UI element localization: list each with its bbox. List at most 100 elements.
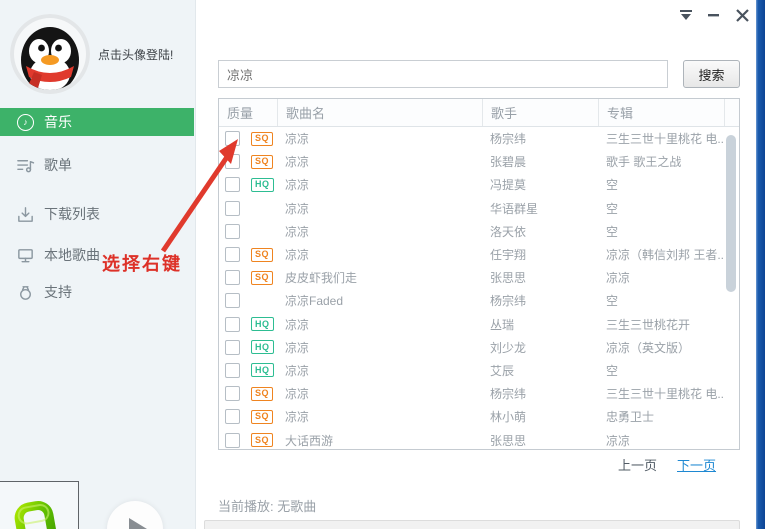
app-logo [5, 498, 67, 529]
progress-bar[interactable] [204, 520, 740, 529]
song-name: 凉凉 [278, 153, 483, 170]
table-row[interactable]: 凉凉Faded杨宗纬空 [219, 289, 739, 312]
song-name: 凉凉 [278, 339, 483, 356]
app-window: 点击头像登陆! ♪ 音乐 歌单 下载列表 本地歌曲 [0, 0, 765, 529]
table-row[interactable]: SQ凉凉任宇翔凉凉（韩信刘邦 王者... [219, 243, 739, 266]
account-area[interactable]: 点击头像登陆! [10, 14, 173, 94]
song-name: 凉凉 [278, 385, 483, 402]
column-header-song[interactable]: 歌曲名 [278, 99, 483, 126]
donate-bag-icon [16, 283, 35, 302]
song-name: 凉凉 [278, 246, 483, 263]
row-checkbox[interactable] [225, 409, 240, 424]
row-checkbox[interactable] [225, 201, 240, 216]
row-checkbox[interactable] [225, 247, 240, 262]
table-row[interactable]: HQ凉凉艾辰空 [219, 359, 739, 382]
artist-name: 杨宗纬 [483, 130, 599, 147]
search-input[interactable] [218, 60, 668, 88]
sidebar-item-label: 本地歌曲 [44, 245, 100, 265]
quality-badge: SQ [251, 433, 273, 447]
table-row[interactable]: SQ凉凉杨宗纬三生三世十里桃花 电... [219, 382, 739, 405]
table-row[interactable]: SQ凉凉林小萌忠勇卫士 [219, 405, 739, 428]
artist-name: 张碧晨 [483, 153, 599, 170]
sidebar-item-label: 音乐 [44, 112, 72, 132]
row-checkbox[interactable] [225, 433, 240, 448]
song-name: 凉凉 [278, 130, 483, 147]
album-name: 空 [599, 200, 725, 217]
row-checkbox[interactable] [225, 317, 240, 332]
table-row[interactable]: HQ 凉凉丛瑞三生三世桃花开 [219, 313, 739, 336]
next-page-link[interactable]: 下一页 [677, 455, 716, 474]
table-body: SQ凉凉杨宗纬三生三世十里桃花 电...SQ凉凉张碧晨歌手 歌王之战HQ凉凉冯提… [219, 127, 739, 452]
album-name: 三生三世桃花开 [599, 316, 725, 333]
artist-name: 丛瑞 [483, 316, 599, 333]
row-checkbox[interactable] [225, 131, 240, 146]
album-name: 凉凉（英文版） [599, 339, 725, 356]
music-icon: ♪ [16, 113, 35, 132]
song-name: 凉凉 [278, 362, 483, 379]
quality-badge: SQ [251, 132, 273, 146]
table-row[interactable]: HQ凉凉冯提莫空 [219, 173, 739, 196]
window-edge-strip [756, 0, 765, 529]
now-playing-label: 当前播放: 无歌曲 [218, 496, 316, 515]
song-name: 凉凉 [278, 316, 483, 333]
column-header-album[interactable]: 专辑 [599, 99, 725, 126]
sidebar-item-label: 歌单 [44, 155, 72, 175]
row-checkbox[interactable] [225, 293, 240, 308]
song-name: 凉凉 [278, 200, 483, 217]
sidebar-item-label: 支持 [44, 282, 72, 302]
results-table: 质量 歌曲名 歌手 专辑 SQ凉凉杨宗纬三生三世十里桃花 电...SQ凉凉张碧晨… [218, 98, 740, 450]
sidebar-item-music[interactable]: ♪ 音乐 [0, 108, 194, 136]
row-checkbox[interactable] [225, 363, 240, 378]
quality-badge: SQ [251, 387, 273, 401]
song-name: 凉凉 [278, 223, 483, 240]
artist-name: 冯提莫 [483, 176, 599, 193]
close-icon[interactable] [733, 6, 751, 24]
qq-penguin-avatar[interactable] [10, 14, 90, 94]
table-row[interactable]: SQ皮皮虾我们走张思思凉凉 [219, 266, 739, 289]
album-name: 忠勇卫士 [599, 408, 725, 425]
column-header-quality[interactable]: 质量 [219, 99, 278, 126]
artist-name: 杨宗纬 [483, 292, 599, 309]
download-icon [16, 205, 35, 224]
search-button[interactable]: 搜索 [683, 60, 740, 88]
album-name: 三生三世十里桃花 电... [599, 130, 725, 147]
minimize-icon[interactable] [705, 6, 723, 24]
song-name: 凉凉Faded [278, 292, 483, 309]
artist-name: 任宇翔 [483, 246, 599, 263]
quality-badge: SQ [251, 271, 273, 285]
play-button[interactable] [107, 501, 163, 529]
prev-page-link[interactable]: 上一页 [618, 455, 657, 474]
sidebar-item-downloads[interactable]: 下载列表 [0, 200, 194, 228]
table-header: 质量 歌曲名 歌手 专辑 [219, 99, 739, 127]
sidebar-item-support[interactable]: 支持 [0, 278, 194, 306]
monitor-icon [16, 246, 35, 265]
row-checkbox[interactable] [225, 224, 240, 239]
quality-badge: HQ [251, 363, 274, 377]
skin-menu-icon[interactable] [677, 6, 695, 24]
row-checkbox[interactable] [225, 386, 240, 401]
table-row[interactable]: SQ 凉凉杨宗纬三生三世十里桃花 电... [219, 127, 739, 150]
playlist-icon [16, 156, 35, 175]
table-row[interactable]: 凉凉洛天依空 [219, 220, 739, 243]
row-checkbox[interactable] [225, 270, 240, 285]
album-name: 凉凉 [599, 269, 725, 286]
annotation-text: 选择右键 [102, 250, 182, 276]
table-row[interactable]: HQ凉凉刘少龙凉凉（英文版） [219, 336, 739, 359]
login-prompt[interactable]: 点击头像登陆! [98, 46, 173, 63]
song-name: 皮皮虾我们走 [278, 269, 483, 286]
quality-badge: HQ [251, 317, 274, 331]
album-name: 凉凉 [599, 432, 725, 449]
album-name: 空 [599, 223, 725, 240]
quality-badge: SQ [251, 410, 273, 424]
row-checkbox[interactable] [225, 340, 240, 355]
row-checkbox[interactable] [225, 177, 240, 192]
column-header-artist[interactable]: 歌手 [483, 99, 599, 126]
table-row[interactable]: SQ大话西游张思思凉凉 [219, 428, 739, 451]
sidebar-item-playlist[interactable]: 歌单 [0, 151, 194, 179]
song-name: 凉凉 [278, 408, 483, 425]
column-header-spacer [725, 99, 739, 126]
scrollbar-thumb[interactable] [726, 135, 736, 292]
table-row[interactable]: SQ凉凉张碧晨歌手 歌王之战 [219, 150, 739, 173]
row-checkbox[interactable] [225, 154, 240, 169]
table-row[interactable]: 凉凉华语群星空 [219, 197, 739, 220]
